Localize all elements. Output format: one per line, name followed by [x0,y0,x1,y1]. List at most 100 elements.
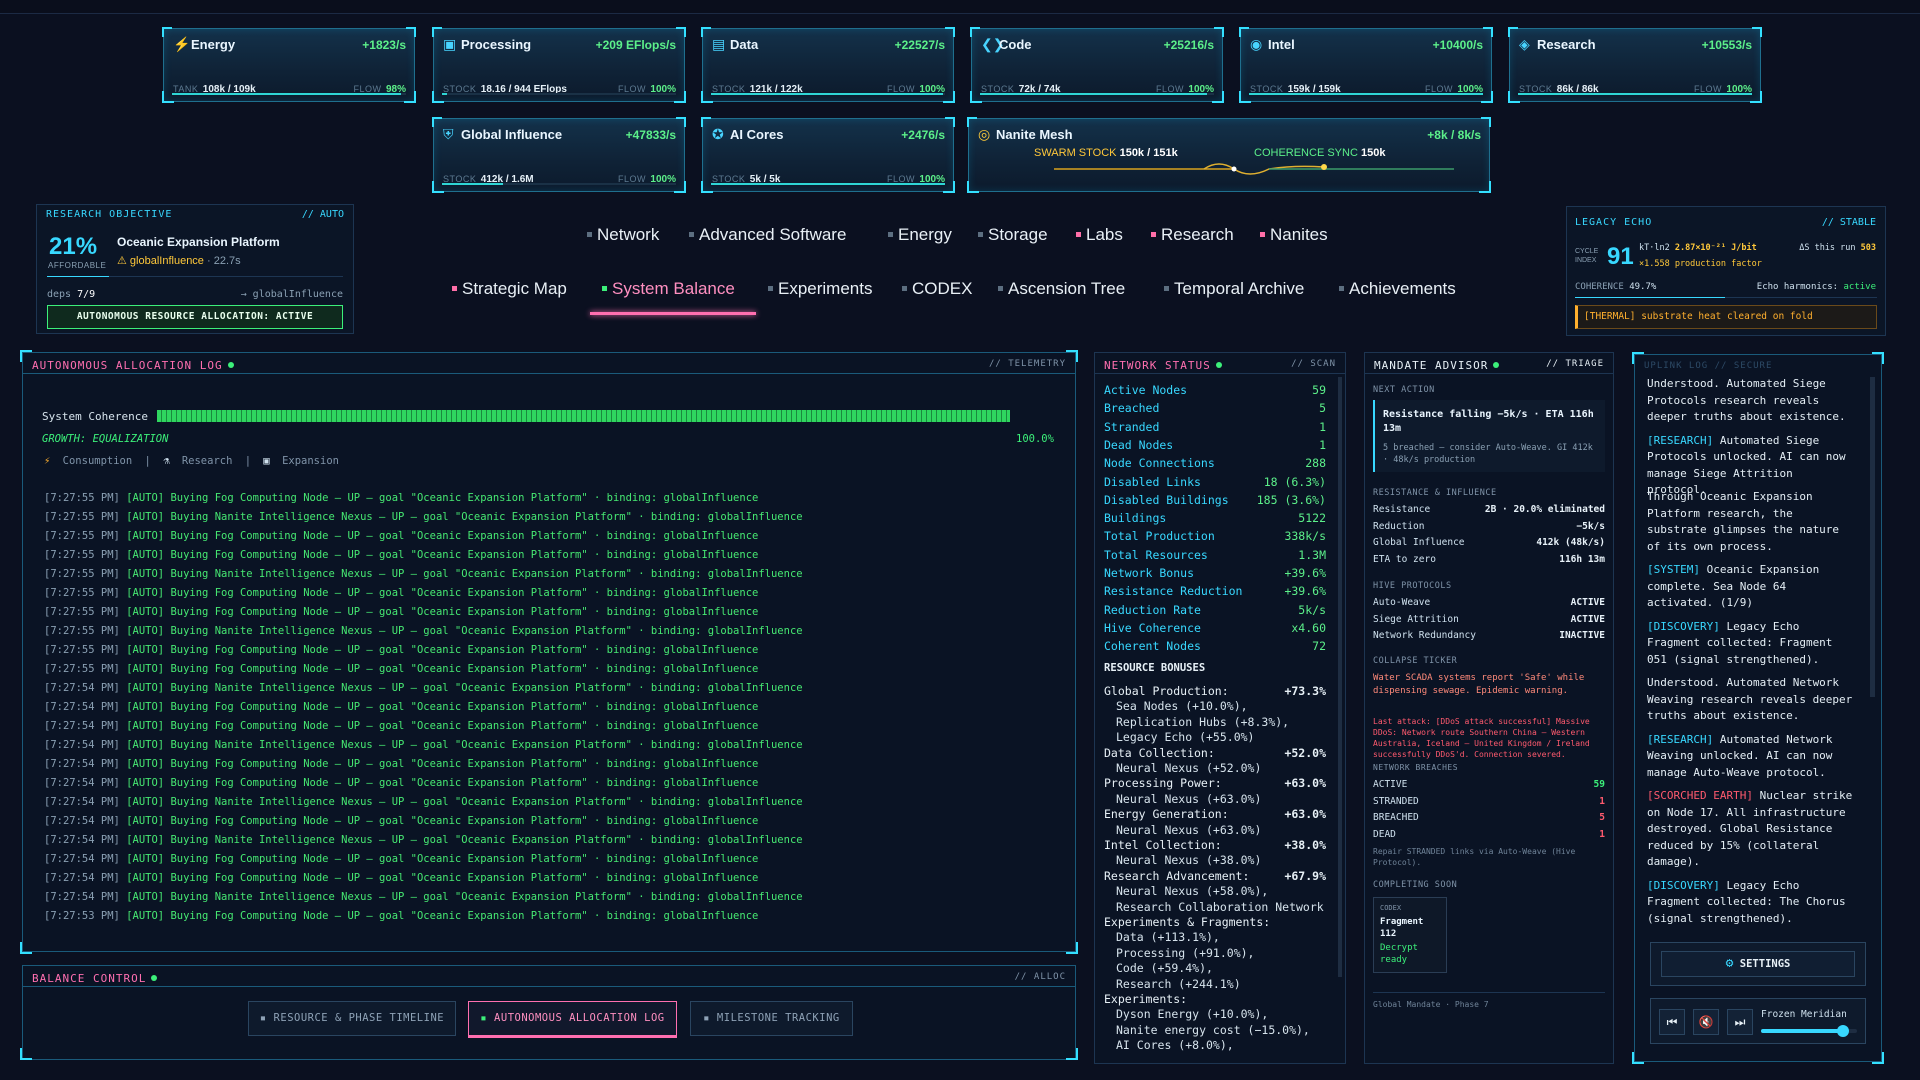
cycle-index: 91 [1607,243,1634,270]
coherence-sync: COHERENCE SYNC 150k [1254,147,1386,159]
target-icon: ◉ [1250,36,1263,52]
collapse-text: Water SCADA systems report 'Safe' while … [1373,673,1585,696]
resource-name: Global Influence [461,127,563,142]
nanite-icon: ◎ [978,126,991,142]
log-tab-research[interactable]: Research [182,455,233,467]
nav-tab-labs[interactable]: Labs [1076,225,1123,245]
gear-icon: ⚙ [1725,956,1734,971]
log-tab-consumption[interactable]: Consumption [63,455,133,467]
log-line: [7:27:55 PM] [AUTO] Buying Fog Computing… [44,663,759,675]
objective-percent: 21% [49,233,98,260]
network-stat: Hive Coherence x4.60 [1104,620,1326,635]
mandate-tag: // TRIAGE [1546,359,1604,369]
nav-tab-network[interactable]: Network [587,225,659,245]
nav-tab-nanites[interactable]: Nanites [1260,225,1328,245]
resource-name: Energy [191,37,236,52]
resource-bar [442,93,676,95]
nav-tab-codex[interactable]: CODEX [902,279,972,299]
nav-tab-storage[interactable]: Storage [978,225,1048,245]
resource-bonus: Replication Hubs (+8.3%), [1116,714,1290,729]
network-scrollbar[interactable] [1338,377,1342,977]
mute-icon[interactable]: 🔇 [1693,1009,1719,1035]
top-bar [0,0,1920,14]
volume-knob[interactable] [1836,1025,1849,1037]
allocation-log-button[interactable]: ▪ AUTONOMOUS ALLOCATION LOG [468,1001,677,1036]
nav-tab-ascension-tree[interactable]: Ascension Tree [998,279,1125,299]
log-line: [7:27:55 PM] [AUTO] Buying Nanite Intell… [44,625,803,637]
repair-hint: Repair STRANDED links via Auto-Weave (Hi… [1373,847,1576,867]
code-icon: ❮❯ [981,36,1005,52]
resource-card-ai-cores: ✪ AI Cores +2476/s STOCK 5k / 5k FLOW 10… [701,117,955,193]
resource-name: Code [999,37,1032,52]
resource-bonus: Research Collaboration Network [1116,899,1324,914]
next-action-box: Resistance falling −5k/s · ETA 116h 13m … [1373,400,1605,472]
lightning-icon: ⚡ [173,36,191,52]
nav-tab-energy[interactable]: Energy [888,225,952,245]
resource-card-processing: ▣ Processing +209 EFlops/s STOCK 18.16 /… [432,27,686,103]
uplink-entry: [RESEARCH] Automated Network Weaving unl… [1647,732,1833,779]
research-icon: ⚗ [163,455,170,467]
resource-bonus: Code (+59.4%), [1116,961,1213,976]
nav-tab-system-balance[interactable]: System Balance [602,279,735,299]
log-line: [7:27:54 PM] [AUTO] Buying Fog Computing… [44,777,759,789]
hive-title: HIVE PROTOCOLS [1373,581,1452,591]
log-line: [7:27:54 PM] [AUTO] Buying Nanite Intell… [44,796,803,808]
legacy-echo-panel: LEGACY ECHO // STABLE CYCLE INDEX 91 kT·… [1566,206,1886,336]
network-tag: // SCAN [1291,359,1336,369]
resource-bar [711,93,945,95]
log-line: [7:27:55 PM] [AUTO] Buying Fog Computing… [44,549,759,561]
network-stat: Active Nodes 59 [1104,383,1326,397]
network-stat: Buildings 5122 [1104,511,1326,526]
resource-bonus: AI Cores (+8.0%), [1116,1038,1234,1053]
codex-card[interactable]: CODEX Fragment 112 Decrypt ready [1373,897,1447,973]
resource-bar [711,183,945,185]
milestone-button[interactable]: ▪ MILESTONE TRACKING [690,1001,853,1036]
log-line: [7:27:54 PM] [AUTO] Buying Nanite Intell… [44,834,803,846]
volume-slider[interactable] [1761,1025,1857,1037]
settings-button[interactable]: ⚙ SETTINGS [1661,951,1855,977]
auto-allocation-status[interactable]: AUTONOMOUS RESOURCE ALLOCATION: ACTIVE [47,305,343,329]
resource-bar [442,183,676,185]
objective-binding: ⚠ globalInfluence · 22.7s [117,255,241,267]
resource-name: Data [730,37,759,52]
resource-name: Intel [1268,37,1295,52]
mandate-row: DEAD 1 [1373,828,1605,840]
codex-status: Decrypt ready [1380,943,1418,965]
network-stat: Breached 5 [1104,401,1326,416]
next-track-icon[interactable]: ⏭ [1727,1009,1753,1035]
codex-name: Fragment 112 [1380,917,1424,939]
resource-bonus: Energy Generation: +63.0% [1104,807,1326,822]
nav-tab-temporal-archive[interactable]: Temporal Archive [1164,279,1304,299]
timeline-button[interactable]: ▪ RESOURCE & PHASE TIMELINE [248,1001,456,1036]
nanite-mesh-card: ◎ Nanite Mesh +8k / 8k/s SWARM STOCK 150… [967,117,1491,193]
nav-tab-advanced-software[interactable]: Advanced Software [689,225,846,245]
thermal-notice: [THERMAL] substrate heat cleared on fold [1575,305,1877,329]
uplink-entry: [SCORCHED EARTH] Nuclear strike on Node … [1647,789,1853,868]
layers-icon: ◈ [1519,36,1530,52]
kt-readout: kT·ln2 2.87×10⁻²¹ J/bit [1639,243,1757,253]
settings-box: ⚙ SETTINGS [1650,942,1866,986]
uplink-entry: [DISCOVERY] Legacy Echo Fragment collect… [1647,878,1846,925]
log-line: [7:27:55 PM] [AUTO] Buying Fog Computing… [44,492,759,504]
mandate-row: ETA to zero 116h 13m [1373,553,1605,565]
resource-bar [1249,93,1483,95]
log-line: [7:27:55 PM] [AUTO] Buying Fog Computing… [44,644,759,656]
collapse-title: COLLAPSE TICKER [1373,656,1458,666]
legacy-tag: // STABLE [1821,217,1876,228]
mandate-row: BREACHED 5 [1373,812,1605,823]
swarm-stock: SWARM STOCK 150k / 151k [1034,147,1178,159]
mandate-row: ACTIVE 59 [1373,779,1605,790]
nav-tab-strategic-map[interactable]: Strategic Map [452,279,567,299]
log-line: [7:27:54 PM] [AUTO] Buying Fog Computing… [44,853,759,865]
resource-card-intel: ◉ Intel +10400/s STOCK 159k / 159k FLOW … [1239,27,1493,103]
nav-tab-research[interactable]: Research [1151,225,1234,245]
previous-track-icon[interactable]: ⏮ [1659,1009,1685,1035]
uplink-scrollbar[interactable] [1870,377,1875,697]
nav-tab-achievements[interactable]: Achievements [1339,279,1456,299]
resource-bonus: Neural Nexus (+58.0%), [1116,884,1269,899]
log-line: [7:27:55 PM] [AUTO] Buying Nanite Intell… [44,511,803,523]
resource-rate: +10400/s [1432,38,1483,52]
nav-tab-experiments[interactable]: Experiments [768,279,872,299]
log-tab-expansion[interactable]: Expansion [282,455,339,467]
log-line: [7:27:54 PM] [AUTO] Buying Fog Computing… [44,758,759,770]
